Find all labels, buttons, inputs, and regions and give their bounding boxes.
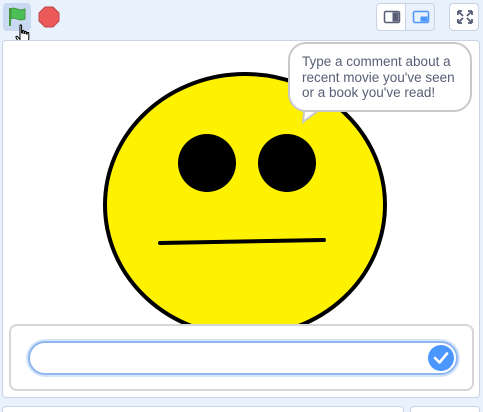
face-circle: [103, 72, 387, 338]
normal-stage-button[interactable]: [405, 3, 435, 31]
scratch-stage-window: Type a comment about a recent movie you'…: [0, 0, 483, 412]
right-eye: [258, 134, 316, 192]
small-stage-button[interactable]: [376, 3, 406, 31]
stage-pane-edge: [410, 406, 480, 412]
checkmark-icon: [433, 352, 449, 364]
fullscreen-button[interactable]: [449, 3, 479, 31]
small-stage-icon: [383, 10, 401, 24]
stop-button[interactable]: [37, 5, 61, 29]
answer-input[interactable]: [28, 341, 458, 375]
stop-icon: [38, 6, 60, 28]
green-flag-icon: [9, 7, 26, 26]
sprite-pane-edge: [2, 406, 404, 412]
green-flag-button[interactable]: [3, 3, 31, 31]
submit-answer-button[interactable]: [428, 345, 454, 371]
ask-prompt: [9, 324, 474, 391]
normal-stage-icon: [412, 10, 430, 24]
stage-toolbar: [0, 0, 483, 45]
stage-canvas[interactable]: Type a comment about a recent movie you'…: [2, 40, 480, 398]
speech-bubble: Type a comment about a recent movie you'…: [288, 42, 472, 112]
fullscreen-icon: [457, 10, 473, 24]
left-eye: [178, 134, 236, 192]
